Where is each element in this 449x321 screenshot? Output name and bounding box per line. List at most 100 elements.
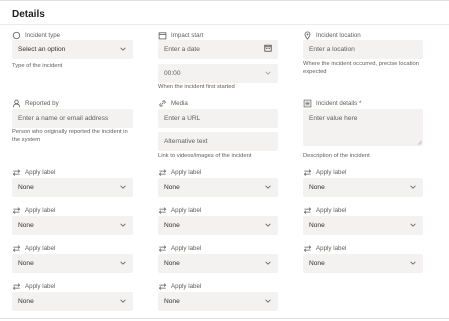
apply-label-value: None bbox=[164, 184, 180, 191]
apply-label-dropdown-8[interactable]: None bbox=[158, 254, 278, 273]
apply-label-dropdown-1[interactable]: None bbox=[12, 178, 133, 197]
circle-icon bbox=[12, 31, 21, 40]
apply-label-dropdown-2[interactable]: None bbox=[158, 178, 278, 197]
incident-location-input[interactable]: Enter a location bbox=[303, 40, 423, 59]
section-title: Details bbox=[12, 9, 45, 20]
incident-details-help: Description of the incident bbox=[303, 153, 370, 159]
swap-arrows-icon bbox=[158, 168, 167, 177]
swap-arrows-icon bbox=[158, 282, 167, 291]
apply-label-value: None bbox=[309, 222, 325, 229]
apply-label-text: Apply label bbox=[171, 169, 202, 176]
apply-label-dropdown-4[interactable]: None bbox=[12, 216, 133, 235]
incident-type-help: Type of the incident bbox=[12, 63, 63, 69]
apply-label-text: Apply label bbox=[25, 169, 56, 176]
chevron-down-icon bbox=[409, 259, 417, 267]
apply-label-dropdown-3[interactable]: None bbox=[303, 178, 423, 197]
impact-start-date-input[interactable]: Enter a date bbox=[158, 40, 278, 59]
incident-location-label-text: Incident location bbox=[316, 32, 361, 39]
chevron-down-icon bbox=[264, 69, 272, 77]
apply-label-text: Apply label bbox=[171, 283, 202, 290]
incident-location-help: Where the incident occurred, precise loc… bbox=[303, 61, 419, 76]
incident-type-label-text: Incident type bbox=[25, 32, 61, 39]
apply-label-text: Apply label bbox=[25, 207, 56, 214]
apply-label-dropdown-5[interactable]: None bbox=[158, 216, 278, 235]
resize-handle-icon[interactable] bbox=[417, 140, 422, 145]
incident-location-placeholder: Enter a location bbox=[309, 46, 355, 53]
apply-label-label: Apply label bbox=[158, 244, 201, 253]
incident-location-label: Incident location bbox=[303, 31, 361, 40]
apply-label-text: Apply label bbox=[171, 207, 202, 214]
apply-label-text: Apply label bbox=[316, 207, 347, 214]
media-label: Media bbox=[158, 99, 188, 108]
apply-label-label: Apply label bbox=[12, 168, 55, 177]
media-url-input[interactable]: Enter a URL bbox=[158, 109, 278, 128]
incident-details-label-text: Incident details * bbox=[316, 100, 362, 107]
header-divider bbox=[0, 24, 449, 25]
incident-type-label: Incident type bbox=[12, 31, 60, 40]
swap-arrows-icon bbox=[158, 244, 167, 253]
media-url-placeholder: Enter a URL bbox=[164, 115, 201, 122]
media-label-text: Media bbox=[171, 100, 188, 107]
apply-label-value: None bbox=[18, 298, 34, 305]
incident-type-value: Select an option bbox=[18, 46, 66, 53]
incident-type-dropdown[interactable]: Select an option bbox=[12, 40, 133, 59]
apply-label-label: Apply label bbox=[12, 206, 55, 215]
bottom-divider bbox=[0, 318, 449, 319]
reported-by-label-text: Reported by bbox=[25, 100, 59, 107]
apply-label-value: None bbox=[18, 222, 34, 229]
top-divider bbox=[0, 0, 449, 1]
incident-details-placeholder: Enter value here bbox=[309, 115, 358, 122]
chevron-down-icon bbox=[264, 183, 272, 191]
calendar-icon[interactable] bbox=[264, 44, 272, 52]
chevron-down-icon bbox=[119, 183, 127, 191]
reported-by-input[interactable]: Enter a name or email address bbox=[12, 109, 133, 128]
text-lines-icon bbox=[303, 99, 312, 108]
swap-arrows-icon bbox=[158, 206, 167, 215]
apply-label-text: Apply label bbox=[25, 245, 56, 252]
apply-label-value: None bbox=[18, 260, 34, 267]
chevron-down-icon bbox=[119, 45, 127, 53]
apply-label-dropdown-7[interactable]: None bbox=[12, 254, 133, 273]
swap-arrows-icon bbox=[12, 282, 21, 291]
reported-by-help-line2: the system bbox=[12, 136, 41, 143]
incident-details-label: Incident details * bbox=[303, 99, 361, 108]
apply-label-label: Apply label bbox=[158, 168, 201, 177]
apply-label-label: Apply label bbox=[303, 206, 346, 215]
media-alt-text-input[interactable]: Alternative text bbox=[158, 132, 278, 151]
swap-arrows-icon bbox=[12, 244, 21, 253]
swap-arrows-icon bbox=[12, 206, 21, 215]
apply-label-text: Apply label bbox=[316, 245, 347, 252]
media-alt-placeholder: Alternative text bbox=[164, 138, 208, 145]
apply-label-value: None bbox=[309, 184, 325, 191]
apply-label-value: None bbox=[18, 184, 34, 191]
apply-label-label: Apply label bbox=[158, 282, 201, 291]
apply-label-label: Apply label bbox=[303, 244, 346, 253]
chevron-down-icon bbox=[409, 221, 417, 229]
link-icon bbox=[158, 99, 167, 108]
apply-label-label: Apply label bbox=[303, 168, 346, 177]
apply-label-label: Apply label bbox=[12, 282, 55, 291]
incident-details-textarea[interactable]: Enter value here bbox=[303, 109, 423, 146]
apply-label-value: None bbox=[164, 222, 180, 229]
impact-start-label: Impact start bbox=[158, 31, 203, 40]
apply-label-value: None bbox=[164, 260, 180, 267]
apply-label-dropdown-11[interactable]: None bbox=[158, 292, 278, 311]
swap-arrows-icon bbox=[303, 206, 312, 215]
apply-label-dropdown-9[interactable]: None bbox=[303, 254, 423, 273]
swap-arrows-icon bbox=[303, 168, 312, 177]
chevron-down-icon bbox=[119, 259, 127, 267]
reported-by-label: Reported by bbox=[12, 99, 59, 108]
impact-start-help: When the incident first started bbox=[158, 84, 235, 90]
apply-label-text: Apply label bbox=[171, 245, 202, 252]
apply-label-dropdown-6[interactable]: None bbox=[303, 216, 423, 235]
apply-label-dropdown-10[interactable]: None bbox=[12, 292, 133, 311]
impact-start-time-value: 00:00 bbox=[164, 70, 181, 77]
incident-location-help-line2: expected bbox=[303, 68, 327, 75]
apply-label-label: Apply label bbox=[158, 206, 201, 215]
apply-label-value: None bbox=[309, 260, 325, 267]
chevron-down-icon bbox=[264, 221, 272, 229]
impact-start-time-dropdown[interactable]: 00:00 bbox=[158, 64, 278, 83]
apply-label-label: Apply label bbox=[12, 244, 55, 253]
chevron-down-icon bbox=[119, 221, 127, 229]
reported-by-help-line1: Person who originally reported the incid… bbox=[12, 129, 128, 135]
